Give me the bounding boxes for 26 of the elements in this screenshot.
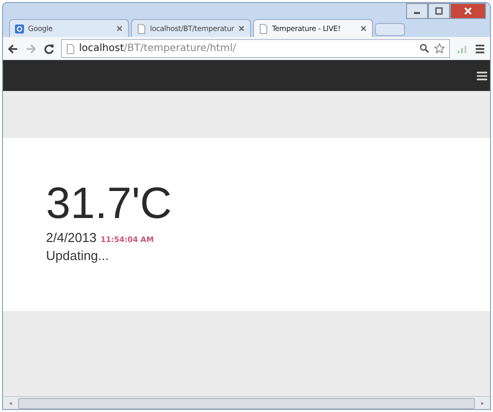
close-icon[interactable]: [116, 25, 123, 32]
scroll-right-icon[interactable]: [480, 400, 485, 406]
status-text: Updating...: [46, 248, 110, 263]
page-icon: [66, 44, 75, 54]
back-icon[interactable]: [7, 42, 19, 54]
date-text: 2/4/2013: [46, 230, 97, 245]
maximize-button[interactable]: [428, 3, 450, 19]
url-text: localhost/BT/temperature/html/: [79, 43, 237, 54]
google-favicon-icon: [15, 24, 24, 34]
temperature-value: 31.7'C: [46, 182, 173, 226]
star-icon[interactable]: [434, 43, 445, 54]
menu-icon[interactable]: [474, 42, 486, 54]
scrollbar-thumb[interactable]: [18, 398, 475, 408]
horizontal-scrollbar[interactable]: [3, 396, 490, 409]
maximize-icon: [434, 6, 444, 16]
close-icon: [463, 6, 473, 16]
zoom-icon[interactable]: [419, 43, 430, 54]
close-icon[interactable]: [360, 25, 367, 32]
minimize-button[interactable]: [406, 3, 428, 19]
page-icon: [137, 24, 146, 34]
reload-icon[interactable]: [43, 42, 55, 54]
close-icon[interactable]: [238, 25, 246, 32]
scroll-left-icon[interactable]: [8, 400, 13, 406]
window-close-button[interactable]: [450, 3, 486, 19]
address-bar[interactable]: localhost/BT/temperature/html/: [61, 39, 450, 58]
page-icon: [259, 24, 268, 34]
